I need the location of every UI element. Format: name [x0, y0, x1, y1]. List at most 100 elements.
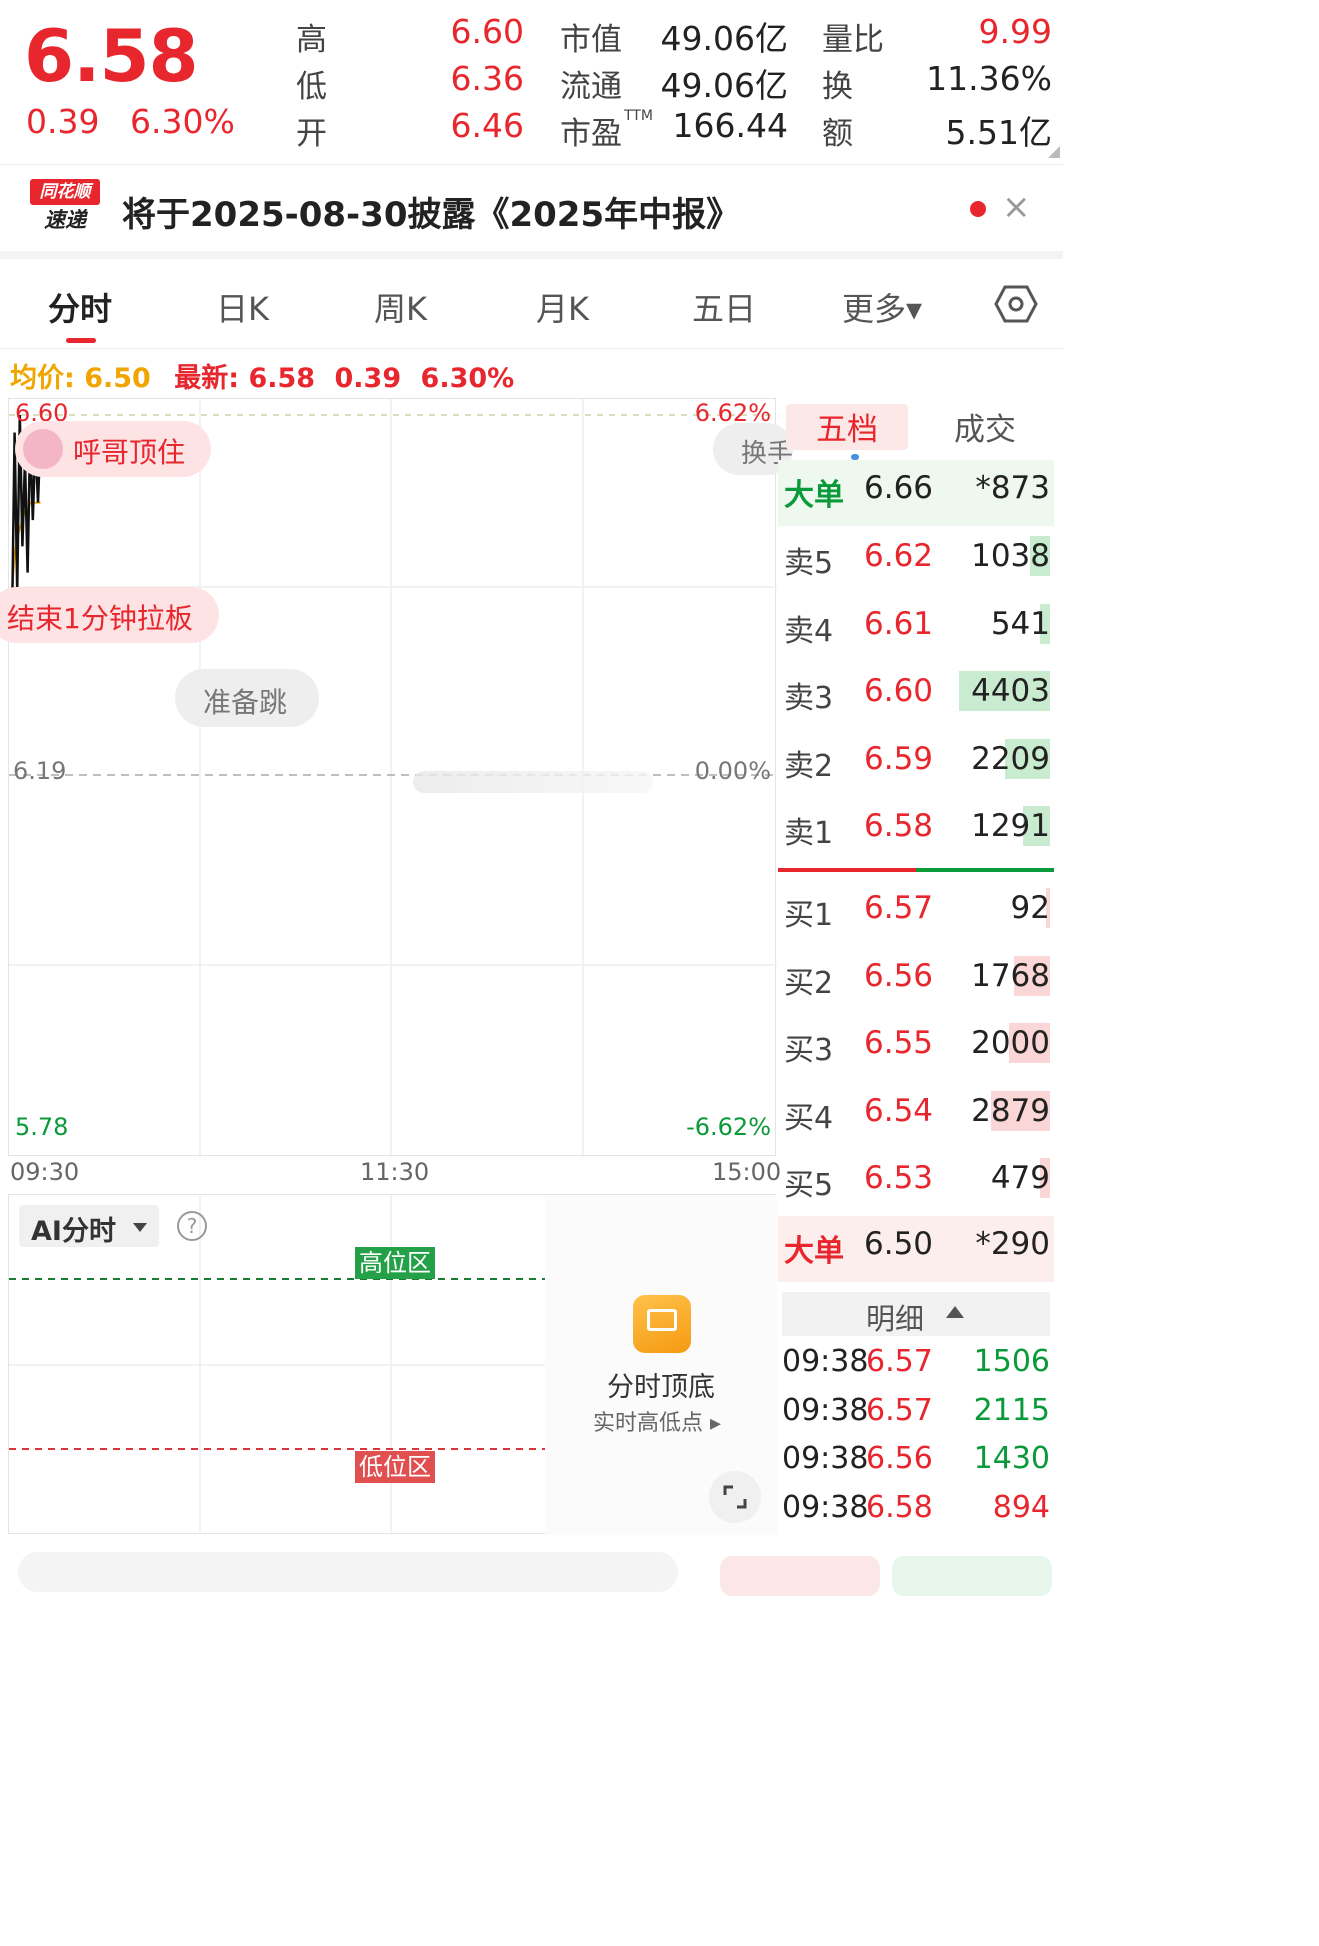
- trade-price: 6.57: [866, 1344, 933, 1379]
- close-icon[interactable]: ×: [1002, 187, 1031, 227]
- y-axis-mid: 6.19: [13, 757, 67, 785]
- feature-subtitle: 实时高低点 ▸: [593, 1411, 722, 1436]
- bottom-buy-button[interactable]: [720, 1556, 880, 1596]
- chart-period-tabs: 分时 日K 周K 月K 五日 更多▾: [0, 262, 1063, 349]
- level-price: 6.59: [864, 740, 934, 777]
- level-volume: 4403: [971, 673, 1050, 709]
- expand-corner-icon[interactable]: [1048, 146, 1060, 158]
- collapse-arrow-icon: [946, 1306, 964, 1318]
- level-price: 6.55: [864, 1025, 934, 1061]
- time-label-noon: 11:30: [360, 1158, 430, 1186]
- intraday-chart[interactable]: 6.60 6.19 5.78 6.62% 0.00% -6.62% 呼哥顶住 结…: [0, 398, 793, 1157]
- trade-time: 09:38: [782, 1392, 869, 1428]
- amount-label: 额: [822, 116, 853, 152]
- tab-daily-k[interactable]: 日K: [216, 284, 269, 330]
- chart-feature-icon: [633, 1295, 691, 1353]
- tab-intraday[interactable]: 分时: [48, 284, 112, 330]
- ai-selector[interactable]: AI分时: [19, 1205, 159, 1247]
- intraday-summary: 均价: 6.50 最新: 6.58 0.39 6.30%: [10, 356, 514, 395]
- level-label: 买1: [784, 898, 834, 933]
- latest-price-value: 6.58: [248, 363, 316, 394]
- comment-bubble-close[interactable]: 结束1分钟拉板: [0, 587, 219, 643]
- bid-level-1[interactable]: 买1 6.57 92: [778, 880, 1054, 940]
- level-volume: 2000: [971, 1025, 1050, 1061]
- help-icon[interactable]: ?: [177, 1211, 207, 1241]
- trade-tick-row: 09:38 6.58 894: [782, 1490, 1052, 1534]
- open-value: 6.46: [450, 106, 524, 145]
- brand-logo: 同花顺 速递: [30, 179, 100, 237]
- level-volume: 2209: [971, 740, 1050, 777]
- trade-volume: 2115: [973, 1392, 1050, 1428]
- current-price: 6.58: [24, 14, 199, 98]
- big-sell-row[interactable]: 大单 6.66 *873: [778, 460, 1054, 526]
- trade-tick-row: 09:38 6.57 2115: [782, 1393, 1052, 1437]
- fullscreen-icon[interactable]: [709, 1471, 761, 1523]
- trade-price: 6.58: [866, 1489, 933, 1525]
- rocket-icon: [23, 429, 63, 469]
- detail-header[interactable]: 明细: [782, 1292, 1050, 1336]
- comment-bubble-hot[interactable]: 呼哥顶住: [15, 421, 211, 477]
- bid-level-3[interactable]: 买3 6.55 2000: [778, 1015, 1054, 1075]
- split-line-buy: [916, 868, 1054, 872]
- level-volume: 1768: [971, 957, 1050, 994]
- dropdown-arrow-icon: [133, 1223, 147, 1232]
- ai-indicator-panel: AI分时 ? 高位区 低位区 分时顶底 实时高低点 ▸: [8, 1194, 777, 1535]
- latest-change-pct: 6.30%: [420, 363, 515, 394]
- y-axis-bottom: 5.78: [15, 1113, 69, 1141]
- ask-level-4[interactable]: 卖2 6.59 2209: [778, 731, 1054, 791]
- bid-level-5[interactable]: 买5 6.53 479: [778, 1150, 1054, 1210]
- pct-axis-mid: 0.00%: [694, 757, 771, 785]
- float-cap-label: 流通: [560, 69, 622, 105]
- level-price: 6.61: [864, 605, 934, 642]
- latest-change: 0.39: [334, 363, 402, 394]
- tab-five-levels[interactable]: 五档: [816, 404, 878, 449]
- level-volume: 479: [990, 1160, 1050, 1196]
- trade-volume: 894: [992, 1489, 1050, 1525]
- tab-five-day[interactable]: 五日: [692, 284, 756, 330]
- level-price: 6.60: [864, 673, 934, 709]
- tab-more[interactable]: 更多▾: [842, 284, 922, 330]
- trade-price: 6.57: [866, 1392, 933, 1428]
- ask-level-1[interactable]: 卖5 6.62 1038: [778, 528, 1054, 588]
- tab-trades[interactable]: 成交: [954, 404, 1016, 449]
- bid-level-2[interactable]: 买2 6.56 1768: [778, 948, 1054, 1008]
- trade-time: 09:38: [782, 1441, 869, 1476]
- ask-level-5[interactable]: 卖1 6.58 1291: [778, 798, 1054, 858]
- announcement-text[interactable]: 将于2025-08-30披露《2025年中报》: [122, 187, 740, 236]
- ask-level-3[interactable]: 卖3 6.60 4403: [778, 663, 1054, 723]
- tab-weekly-k[interactable]: 周K: [374, 284, 427, 330]
- tab-monthly-k[interactable]: 月K: [536, 284, 589, 330]
- comment-bubble-ready[interactable]: 准备跳: [175, 669, 319, 727]
- active-tab-indicator: [66, 338, 96, 343]
- trade-price: 6.56: [866, 1441, 933, 1476]
- turnover-label: 换: [822, 69, 853, 105]
- bid-level-4[interactable]: 买4 6.54 2879: [778, 1083, 1054, 1143]
- chart-grid: [9, 399, 777, 1157]
- float-cap-value: 49.06亿: [660, 66, 788, 105]
- time-label-open: 09:30: [10, 1158, 80, 1186]
- level-price: 6.58: [864, 808, 934, 844]
- big-buy-row[interactable]: 大单 6.50 *290: [778, 1216, 1054, 1282]
- bottom-sell-button[interactable]: [892, 1556, 1052, 1596]
- settings-icon[interactable]: [994, 284, 1038, 324]
- announcement-banner[interactable]: 同花顺 速递 将于2025-08-30披露《2025年中报》 ×: [0, 164, 1063, 259]
- level-volume: 1038: [971, 538, 1050, 574]
- level-price: 6.53: [864, 1160, 934, 1196]
- level-label: 买4: [784, 1100, 834, 1136]
- latest-price-label: 最新:: [174, 363, 240, 394]
- feature-title: 分时顶底: [607, 1372, 715, 1403]
- level-volume: 2879: [971, 1092, 1050, 1129]
- bottom-input-bar[interactable]: [18, 1552, 678, 1592]
- avg-price-value: 6.50: [84, 363, 151, 394]
- ask-level-2[interactable]: 卖4 6.61 541: [778, 596, 1054, 656]
- avg-price-label: 均价:: [10, 363, 75, 394]
- trade-time: 09:38: [782, 1489, 869, 1525]
- level-label: 买2: [784, 965, 834, 1001]
- ai-feature-card[interactable]: 分时顶底 实时高低点 ▸: [545, 1195, 777, 1535]
- split-line-sell: [778, 868, 916, 872]
- level-label: 买5: [784, 1168, 834, 1203]
- loading-placeholder: [413, 771, 653, 793]
- level-label: 卖1: [784, 816, 834, 851]
- amount-value: 5.51亿: [945, 113, 1052, 152]
- level-volume: 92: [1010, 890, 1050, 926]
